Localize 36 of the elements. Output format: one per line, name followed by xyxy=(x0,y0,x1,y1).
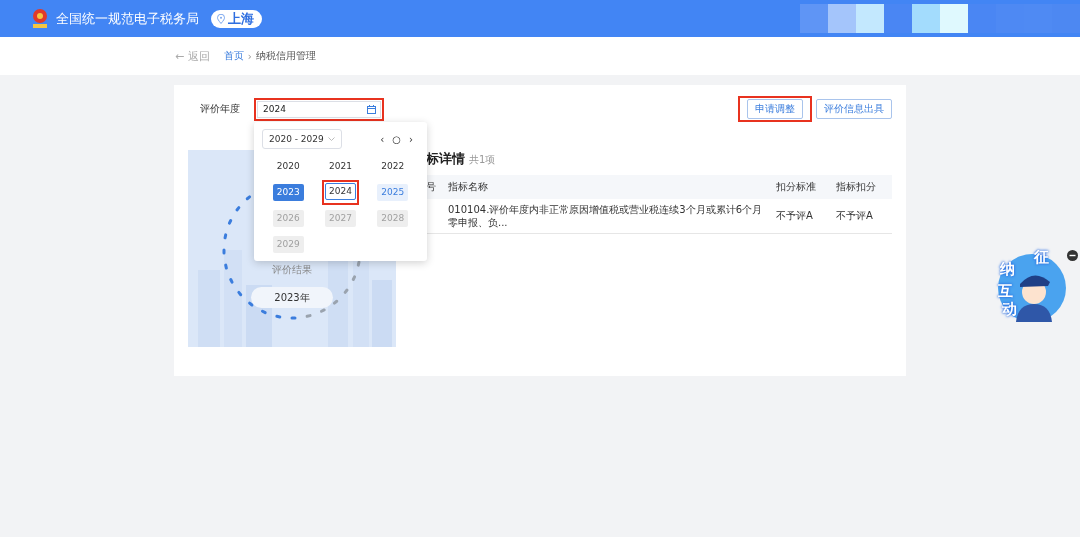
nav-control[interactable]: ○ xyxy=(392,133,401,145)
year-cell[interactable]: 2023 xyxy=(272,184,304,202)
year-cell[interactable]: 2022 xyxy=(377,158,409,176)
result-year: 2023年 xyxy=(251,287,333,308)
year-cell[interactable]: 2020 xyxy=(272,158,304,176)
nav-control[interactable]: ‹ xyxy=(380,133,385,145)
result-label: 评价结果 xyxy=(272,263,312,277)
site-title: 全国统一规范电子税务局 xyxy=(56,9,199,28)
year-cell[interactable]: 2024 xyxy=(325,183,356,201)
location-tag[interactable]: 上海 xyxy=(211,9,262,28)
widget-label[interactable]: 互 xyxy=(998,282,1013,301)
year-cell[interactable]: 2021 xyxy=(325,158,356,176)
year-field[interactable]: 2024 xyxy=(257,100,381,118)
action-button[interactable]: 评价信息出具 xyxy=(816,99,892,119)
field-label: 评价年度 xyxy=(200,102,240,116)
table-cell: 不予评A xyxy=(836,210,873,221)
calendar-icon xyxy=(367,104,376,114)
collapse-icon[interactable] xyxy=(1067,250,1078,261)
nav-control[interactable]: › xyxy=(409,133,413,145)
section-title: 标详情 xyxy=(426,150,465,168)
item-count: 共1项 xyxy=(469,153,496,167)
breadcrumb-separator: › xyxy=(247,50,252,62)
column-header: 指标扣分 xyxy=(832,175,892,199)
emblem-icon xyxy=(30,7,50,30)
breadcrumb-current: 纳税信用管理 xyxy=(255,49,316,63)
table-cell: 010104.评价年度内非正常原因增值税或营业税连续3个月或累计6个月零申报、负... xyxy=(448,203,763,228)
back-link[interactable]: ← 返回 xyxy=(175,48,210,64)
column-header: 指标名称 xyxy=(444,175,772,199)
chevron-down-icon xyxy=(328,137,335,142)
decade-select[interactable]: 2020 - 2029 xyxy=(262,129,342,150)
year-cell[interactable]: 2025 xyxy=(377,184,409,202)
action-button[interactable]: 申请调整 xyxy=(747,99,803,119)
breadcrumb-link[interactable]: 首页 xyxy=(223,49,244,63)
location-pin-icon xyxy=(217,13,225,24)
table-cell: 不予评A xyxy=(776,210,813,221)
column-header: 扣分标准 xyxy=(772,175,832,199)
